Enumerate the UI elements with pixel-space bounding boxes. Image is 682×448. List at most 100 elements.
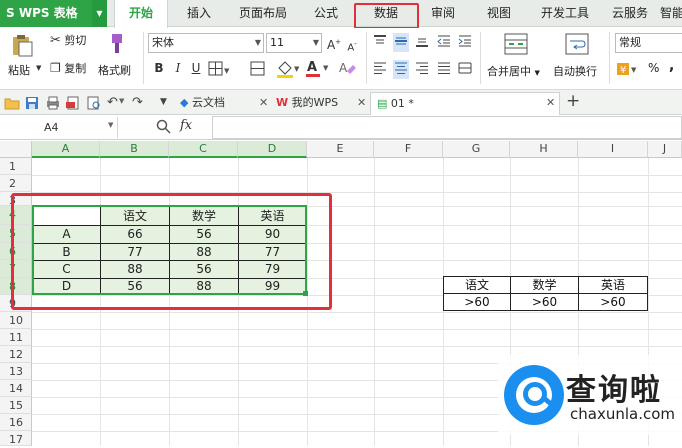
paste-dropdown-icon[interactable]: ▼ bbox=[36, 64, 41, 72]
underline-button[interactable]: U bbox=[188, 60, 204, 76]
distributed-align-icon[interactable] bbox=[457, 60, 473, 79]
tab-formula[interactable]: 公式 bbox=[302, 0, 350, 27]
percent-button[interactable]: % bbox=[648, 61, 659, 75]
new-tab-icon[interactable]: + bbox=[566, 91, 580, 111]
column-header-g[interactable]: G bbox=[443, 141, 510, 158]
column-header-f[interactable]: F bbox=[374, 141, 443, 158]
row-header-11[interactable]: 11 bbox=[0, 329, 32, 346]
doc-tab-active[interactable]: ▤ 01 * bbox=[370, 92, 560, 115]
column-header-e[interactable]: E bbox=[307, 141, 374, 158]
name-box[interactable]: A4 bbox=[0, 117, 118, 138]
merge-center-button[interactable] bbox=[504, 33, 528, 58]
undo-dropdown-icon[interactable]: ▼ bbox=[119, 97, 124, 105]
align-bottom-icon[interactable] bbox=[414, 33, 430, 52]
fill-color-button[interactable]: ▼ bbox=[275, 59, 301, 82]
doc-tab-mywps[interactable]: W 我的WPS bbox=[276, 92, 366, 115]
format-painter-button[interactable] bbox=[104, 32, 128, 57]
copy-button[interactable]: ❐ 复制 bbox=[50, 60, 86, 76]
doc-tab-cloud[interactable]: ◆ 云文档 bbox=[180, 92, 270, 115]
shrink-font-icon[interactable]: A- bbox=[344, 36, 360, 53]
indent-decrease-icon[interactable] bbox=[436, 33, 452, 52]
formula-input[interactable] bbox=[212, 116, 682, 139]
name-box-dropdown-icon[interactable]: ▼ bbox=[108, 121, 113, 129]
cut-button[interactable]: ✂ 剪切 bbox=[50, 32, 86, 48]
row-header-13[interactable]: 13 bbox=[0, 363, 32, 380]
row-header-2[interactable]: 2 bbox=[0, 175, 32, 192]
close-tab-icon[interactable]: ✕ bbox=[259, 96, 268, 109]
column-header-i[interactable]: I bbox=[578, 141, 648, 158]
border-grid-icon: ▼ bbox=[208, 61, 230, 76]
currency-format-icon[interactable]: ¥ ▼ bbox=[616, 60, 642, 81]
comma-button[interactable]: , bbox=[669, 58, 674, 74]
tab-insert[interactable]: 插入 bbox=[176, 0, 222, 27]
criteria-header-math[interactable]: 数学 bbox=[510, 276, 579, 294]
align-left-icon[interactable] bbox=[372, 60, 388, 79]
quick-access-dropdown-icon[interactable]: ▼ bbox=[160, 97, 167, 107]
row-header-17[interactable]: 17 bbox=[0, 431, 32, 446]
brush-icon bbox=[112, 34, 122, 53]
print-preview-icon[interactable] bbox=[87, 96, 101, 113]
row-header-12[interactable]: 12 bbox=[0, 346, 32, 363]
column-header-b[interactable]: B bbox=[100, 141, 169, 158]
align-right-icon[interactable] bbox=[414, 60, 430, 79]
save-icon[interactable] bbox=[25, 96, 39, 113]
fx-button[interactable]: fx bbox=[180, 118, 192, 133]
open-folder-icon[interactable] bbox=[4, 96, 20, 113]
criteria-value-english[interactable]: >60 bbox=[578, 293, 648, 311]
close-tab-icon[interactable]: ✕ bbox=[546, 96, 555, 109]
print-icon[interactable] bbox=[45, 96, 61, 113]
column-header-j[interactable]: J bbox=[648, 141, 682, 158]
row-header-15[interactable]: 15 bbox=[0, 397, 32, 414]
app-menu-button[interactable]: S WPS 表格 bbox=[0, 0, 92, 27]
redo-icon[interactable]: ↷ bbox=[132, 95, 143, 110]
close-tab-icon[interactable]: ✕ bbox=[357, 96, 366, 109]
criteria-value-math[interactable]: >60 bbox=[510, 293, 579, 311]
align-center-icon[interactable] bbox=[393, 60, 409, 79]
border-button[interactable]: ▼ bbox=[208, 61, 232, 80]
font-size-select[interactable]: 11 ▼ bbox=[266, 33, 322, 53]
align-top-icon[interactable] bbox=[372, 33, 388, 52]
justify-icon[interactable] bbox=[436, 60, 452, 79]
svg-text:A: A bbox=[307, 60, 317, 75]
undo-icon[interactable]: ↶ bbox=[107, 95, 118, 110]
tab-start[interactable]: 开始 bbox=[114, 0, 168, 28]
tab-review[interactable]: 审阅 bbox=[420, 0, 466, 27]
align-middle-icon[interactable] bbox=[393, 33, 409, 52]
font-color-button[interactable]: A ▼ bbox=[304, 58, 330, 81]
watermark-title: 查询啦 bbox=[566, 373, 662, 408]
tab-developer[interactable]: 开发工具 bbox=[532, 0, 598, 27]
criteria-header-chinese[interactable]: 语文 bbox=[443, 276, 511, 294]
export-pdf-icon[interactable] bbox=[66, 96, 80, 113]
italic-button[interactable]: I bbox=[170, 60, 186, 76]
paste-button[interactable] bbox=[10, 33, 34, 60]
column-header-a[interactable]: A bbox=[32, 141, 100, 158]
criteria-value-chinese[interactable]: >60 bbox=[443, 293, 511, 311]
bold-button[interactable]: B bbox=[151, 60, 167, 76]
chevron-down-icon: ▼ bbox=[534, 69, 540, 77]
column-header-c[interactable]: C bbox=[169, 141, 238, 158]
svg-text:¥: ¥ bbox=[620, 65, 626, 76]
app-menu-dropdown-icon[interactable]: ▼ bbox=[92, 0, 107, 27]
tab-view[interactable]: 视图 bbox=[476, 0, 522, 27]
row-header-16[interactable]: 16 bbox=[0, 414, 32, 431]
grow-font-icon[interactable]: A+ bbox=[326, 34, 342, 52]
merge-cells-small-icon[interactable] bbox=[250, 61, 266, 80]
select-all-corner[interactable] bbox=[0, 141, 32, 158]
column-header-d[interactable]: D bbox=[238, 141, 307, 158]
merge-center-label[interactable]: 合并居中 ▼ bbox=[487, 63, 540, 79]
indent-increase-icon[interactable] bbox=[457, 33, 473, 52]
annotation-highlight-box bbox=[11, 193, 332, 310]
tab-cloud[interactable]: 云服务 bbox=[604, 0, 656, 27]
zoom-search-icon[interactable] bbox=[156, 119, 172, 138]
row-header-1[interactable]: 1 bbox=[0, 158, 32, 175]
clear-format-icon[interactable]: A bbox=[337, 59, 357, 80]
row-header-14[interactable]: 14 bbox=[0, 380, 32, 397]
font-name-select[interactable]: 宋体 ▼ bbox=[148, 33, 264, 53]
wrap-text-button[interactable] bbox=[565, 33, 589, 58]
criteria-header-english[interactable]: 英语 bbox=[578, 276, 648, 294]
number-format-select[interactable]: 常规 bbox=[615, 33, 682, 53]
row-header-10[interactable]: 10 bbox=[0, 312, 32, 329]
column-header-h[interactable]: H bbox=[510, 141, 578, 158]
tab-page-layout[interactable]: 页面布局 bbox=[232, 0, 294, 27]
tab-smart[interactable]: 智能 bbox=[660, 0, 682, 27]
